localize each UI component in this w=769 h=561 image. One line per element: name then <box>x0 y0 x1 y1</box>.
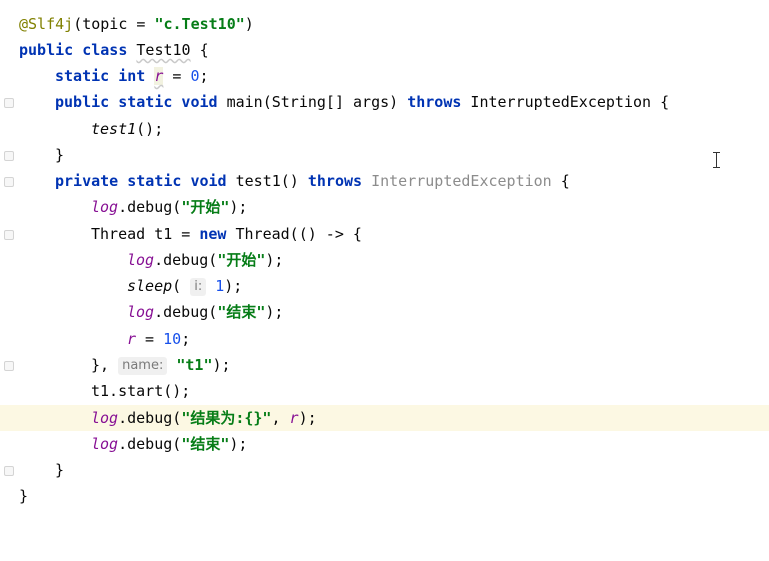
string-literal: "t1" <box>176 356 213 374</box>
string-literal: "结果为:{}" <box>181 409 272 427</box>
class-name: Test10 <box>136 41 191 59</box>
string-literal: "结束" <box>181 435 230 453</box>
keyword: static int <box>55 67 146 85</box>
keyword: throws <box>407 93 462 111</box>
number-literal: 1 <box>215 277 225 295</box>
log-field: log <box>91 435 119 453</box>
code-line[interactable]: public static void main(String[] args) t… <box>0 89 769 115</box>
fold-marker-icon[interactable] <box>4 361 14 371</box>
fold-marker-icon[interactable] <box>4 177 14 187</box>
code-line[interactable]: Thread t1 = new Thread(() -> { <box>0 221 769 247</box>
code-line[interactable]: t1.start(); <box>0 378 769 404</box>
static-field-r: r <box>289 409 299 427</box>
code-line[interactable]: } <box>0 483 769 509</box>
method-call: test1 <box>91 120 137 138</box>
keyword: throws <box>307 172 363 190</box>
code-editor[interactable]: @Slf4j(topic = "c.Test10") public class … <box>0 0 769 520</box>
number-literal: 0 <box>190 67 200 85</box>
string-literal: "开始" <box>217 251 266 269</box>
current-code-line[interactable]: log.debug("结果为:{}", r); <box>0 405 769 431</box>
keyword: public class <box>19 41 128 59</box>
code-line[interactable]: } <box>0 457 769 483</box>
log-field: log <box>91 409 119 427</box>
text-cursor-icon <box>713 152 723 168</box>
code-line[interactable]: public class Test10 { <box>0 37 769 63</box>
code-line[interactable]: } <box>0 142 769 168</box>
code-line[interactable]: log.debug("开始"); <box>0 247 769 273</box>
code-line[interactable]: test1(); <box>0 116 769 142</box>
unused-exception: InterruptedException <box>371 172 552 190</box>
fold-marker-icon[interactable] <box>4 466 14 476</box>
keyword: new <box>199 225 227 243</box>
code-line[interactable]: r = 10; <box>0 326 769 352</box>
keyword: public static void <box>55 93 218 111</box>
log-field: log <box>127 303 155 321</box>
method-call: sleep <box>127 277 173 295</box>
number-literal: 10 <box>163 330 182 348</box>
fold-marker-icon[interactable] <box>4 98 14 108</box>
fold-marker-icon[interactable] <box>4 151 14 161</box>
code-line[interactable]: log.debug("结束"); <box>0 431 769 457</box>
code-line[interactable]: log.debug("开始"); <box>0 194 769 220</box>
string-literal: "结束" <box>217 303 266 321</box>
code-line[interactable]: static int r = 0; <box>0 63 769 89</box>
static-field-r: r <box>127 330 137 348</box>
parameter-hint: i: <box>190 278 207 296</box>
annotation: @Slf4j <box>19 15 74 33</box>
code-line[interactable]: @Slf4j(topic = "c.Test10") <box>0 11 769 37</box>
parameter-hint: name: <box>118 357 168 375</box>
fold-marker-icon[interactable] <box>4 230 14 240</box>
string-literal: "开始" <box>181 198 230 216</box>
code-line[interactable]: log.debug("结束"); <box>0 299 769 325</box>
log-field: log <box>127 251 155 269</box>
log-field: log <box>91 198 119 216</box>
code-line[interactable]: }, name: "t1"); <box>0 352 769 378</box>
string-literal: "c.Test10" <box>154 15 245 33</box>
code-line[interactable]: private static void test1() throws Inter… <box>0 168 769 194</box>
code-line[interactable]: sleep( i: 1); <box>0 273 769 299</box>
keyword: private static void <box>55 172 227 190</box>
